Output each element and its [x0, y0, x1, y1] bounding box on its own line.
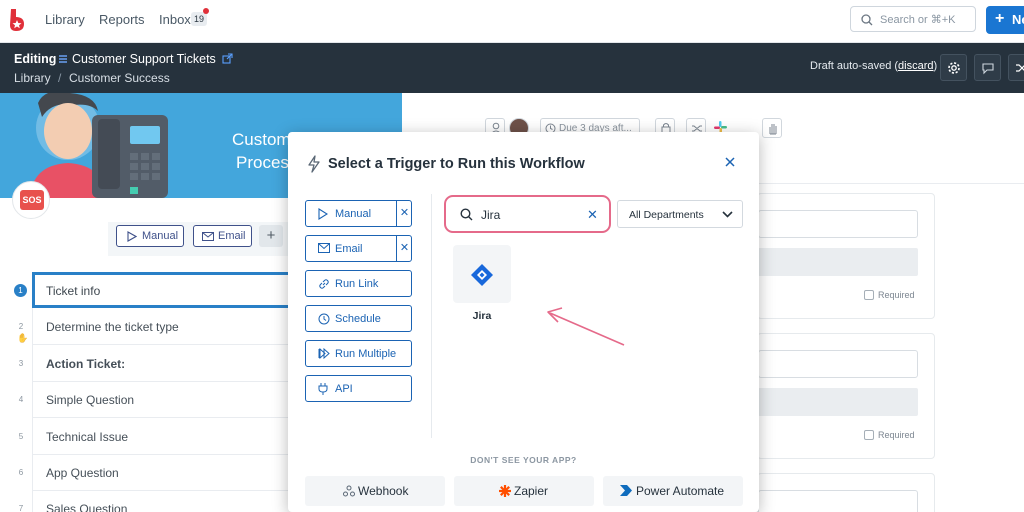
trigger-schedule[interactable]: Schedule — [305, 305, 412, 332]
nav-reports[interactable]: Reports — [99, 12, 145, 27]
zapier-button[interactable]: Zapier — [454, 476, 594, 506]
mail-icon — [318, 243, 330, 253]
app-logo-icon[interactable] — [8, 9, 26, 31]
trigger-label: Manual — [335, 208, 372, 220]
trigger-label: Email — [335, 243, 363, 255]
trigger-api[interactable]: API — [305, 375, 412, 402]
zapier-label: Zapier — [514, 484, 549, 498]
remove-trigger-button[interactable]: ✕ — [396, 201, 412, 226]
trigger-run-multiple[interactable]: Run Multiple — [305, 340, 412, 367]
external-link-icon[interactable] — [222, 53, 233, 64]
modal-title: Select a Trigger to Run this Workflow — [328, 156, 585, 172]
comments-button[interactable] — [974, 54, 1001, 81]
webhook-button[interactable]: Webhook — [305, 476, 445, 506]
trigger-modal: Select a Trigger to Run this Workflow Ma… — [288, 132, 759, 512]
new-button[interactable]: + Ne — [986, 6, 1024, 34]
close-icon[interactable] — [723, 155, 737, 169]
modal-divider — [431, 194, 432, 438]
dont-see-app-label: DON'T SEE YOUR APP? — [470, 455, 577, 465]
workflow-title[interactable]: Customer Support Tickets — [72, 52, 216, 66]
top-nav: Library Reports Inbox 19 Search or ⌘+K +… — [0, 0, 1024, 43]
plus-icon: + — [995, 10, 1005, 27]
fast-forward-icon — [318, 348, 330, 359]
trigger-label: Run Multiple — [335, 348, 397, 360]
draft-status: Draft auto-saved (discard) — [810, 60, 937, 72]
trigger-label: API — [335, 383, 353, 395]
nav-inbox[interactable]: Inbox — [159, 12, 191, 27]
app-result-label: Jira — [472, 310, 492, 322]
workflow-icon — [59, 55, 67, 63]
search-icon — [460, 208, 473, 221]
settings-button[interactable] — [940, 54, 967, 81]
search-icon — [861, 14, 873, 26]
webhook-label: Webhook — [358, 484, 409, 498]
lightning-icon — [308, 155, 320, 173]
search-value: Jira — [481, 208, 501, 222]
app-search-input[interactable]: Jira ✕ — [444, 195, 611, 233]
breadcrumb-folder[interactable]: Customer Success — [69, 71, 170, 85]
trigger-email[interactable]: Email ✕ — [305, 235, 412, 262]
editing-bar: Editing Customer Support Tickets Library… — [0, 43, 1024, 93]
department-value: All Departments — [629, 209, 704, 221]
clear-search-icon[interactable]: ✕ — [587, 207, 598, 223]
gear-icon — [948, 62, 960, 74]
trigger-label: Schedule — [335, 313, 381, 325]
webhook-icon — [343, 485, 355, 497]
breadcrumb-library[interactable]: Library — [14, 71, 51, 85]
power-automate-label: Power Automate — [636, 484, 725, 498]
department-select[interactable]: All Departments — [617, 200, 743, 228]
power-automate-icon — [620, 485, 632, 496]
shuffle-icon — [1016, 64, 1024, 72]
remove-trigger-button[interactable]: ✕ — [396, 236, 412, 261]
shuffle-button[interactable] — [1008, 54, 1024, 81]
trigger-manual[interactable]: Manual ✕ — [305, 200, 412, 227]
draft-close-paren: ) — [933, 60, 938, 72]
editing-label: Editing — [14, 52, 57, 66]
discard-link[interactable]: discard — [898, 60, 933, 72]
play-icon — [318, 208, 328, 220]
zapier-icon — [499, 485, 511, 497]
search-placeholder: Search or ⌘+K — [880, 14, 956, 26]
trigger-label: Run Link — [335, 278, 379, 290]
jira-icon — [471, 264, 493, 286]
trigger-run-link[interactable]: Run Link — [305, 270, 412, 297]
draft-text: Draft auto-saved ( — [810, 60, 899, 72]
new-button-label: Ne — [1012, 12, 1024, 27]
chevron-down-icon — [722, 211, 733, 218]
global-search[interactable]: Search or ⌘+K — [850, 6, 976, 32]
plug-icon — [318, 383, 328, 395]
breadcrumb-separator: / — [58, 71, 62, 85]
comment-icon — [982, 63, 994, 75]
notification-dot — [203, 8, 209, 14]
nav-library[interactable]: Library — [45, 12, 85, 27]
app-result-jira[interactable] — [453, 245, 511, 303]
power-automate-button[interactable]: Power Automate — [603, 476, 743, 506]
clock-icon — [318, 313, 330, 325]
inbox-count-badge: 19 — [191, 12, 207, 26]
annotation-arrow — [547, 307, 625, 346]
link-icon — [319, 279, 329, 289]
